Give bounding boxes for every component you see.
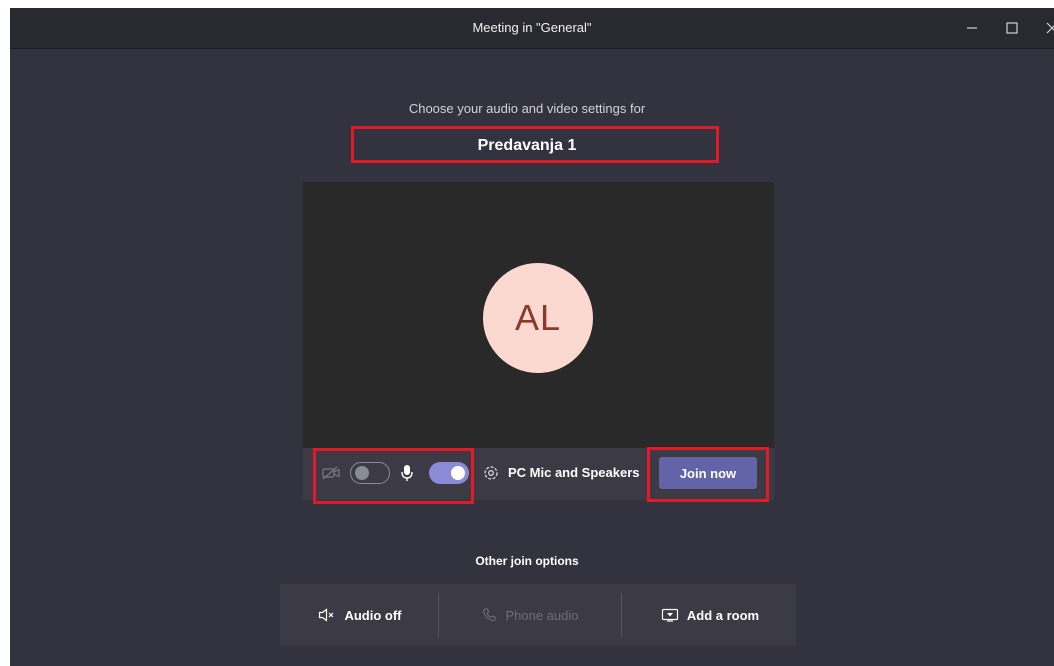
microphone-icon <box>400 463 414 483</box>
minimize-button[interactable] <box>954 8 990 48</box>
window-title: Meeting in "General" <box>472 20 592 35</box>
options-divider-1 <box>438 593 439 637</box>
other-join-options-label: Other join options <box>475 554 579 568</box>
phone-audio-button: Phone audio <box>450 598 610 632</box>
speaker-off-icon <box>318 608 336 622</box>
phone-icon <box>481 607 497 623</box>
minimize-icon <box>967 27 977 29</box>
microphone-toggle-knob <box>451 466 465 480</box>
microphone-toggle[interactable] <box>429 462 469 484</box>
camera-toggle-knob <box>355 466 369 480</box>
join-now-button[interactable]: Join now <box>659 457 757 489</box>
camera-toggle[interactable] <box>350 462 390 484</box>
add-a-room-label: Add a room <box>686 607 760 623</box>
maximize-button[interactable] <box>994 8 1030 48</box>
audio-off-label: Audio off <box>344 607 402 623</box>
maximize-icon <box>1006 22 1018 34</box>
audio-off-button[interactable]: Audio off <box>290 598 430 632</box>
avatar-initials: AL <box>514 297 562 338</box>
title-bar: Meeting in "General" <box>10 8 1054 49</box>
avatar: AL <box>483 263 593 373</box>
phone-audio-label: Phone audio <box>505 607 579 623</box>
close-icon <box>1046 22 1054 34</box>
gear-icon[interactable] <box>482 464 500 482</box>
settings-subtitle: Choose your audio and video settings for <box>408 101 646 116</box>
window-frame-top <box>0 0 1054 8</box>
video-off-icon <box>321 465 341 481</box>
device-settings-label[interactable]: PC Mic and Speakers <box>508 465 640 480</box>
options-divider-2 <box>621 593 622 637</box>
meeting-name: Predavanja 1 <box>477 137 577 154</box>
cast-screen-icon <box>661 608 679 622</box>
close-button[interactable] <box>1034 8 1054 48</box>
add-a-room-button[interactable]: Add a room <box>640 598 780 632</box>
